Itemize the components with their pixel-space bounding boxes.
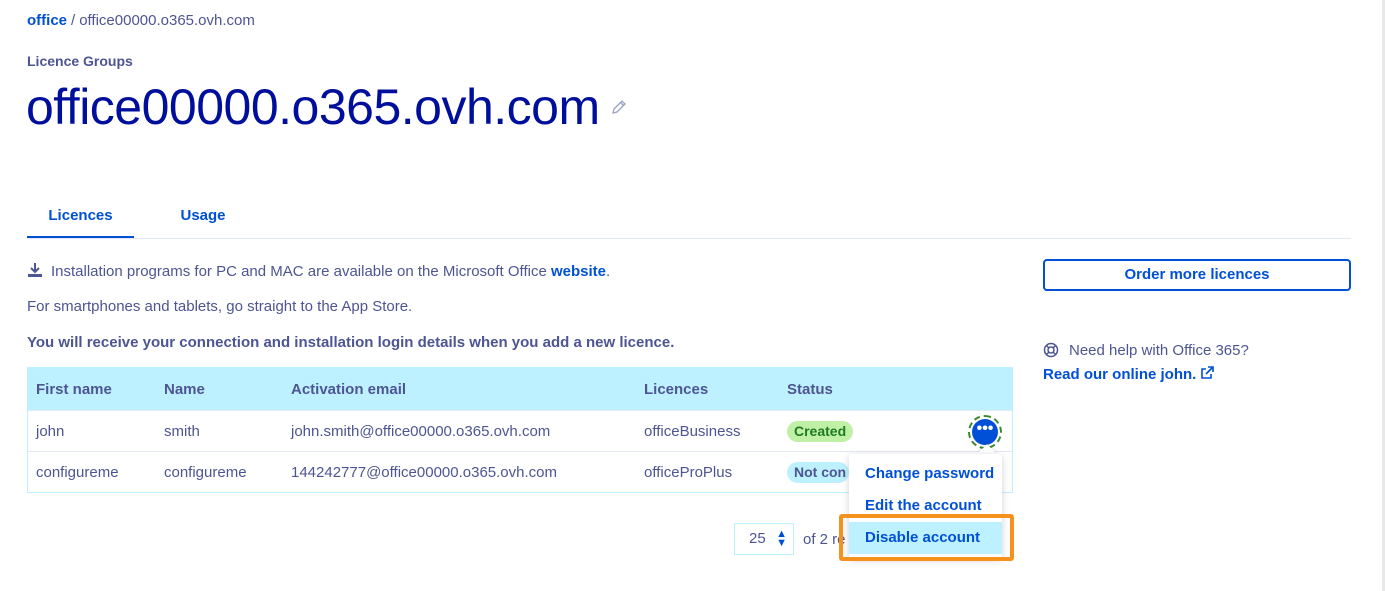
column-header-status: Status [787, 381, 833, 398]
column-header-licences: Licences [644, 381, 709, 398]
order-more-licences-button[interactable]: Order more licences [1043, 259, 1351, 291]
cell-email: john.smith@office00000.o365.ovh.com [291, 423, 551, 440]
breadcrumb-separator: / [71, 12, 76, 29]
pencil-icon[interactable] [610, 98, 628, 116]
installation-info-text: Installation programs for PC and MAC are… [51, 263, 551, 280]
page-eyebrow: Licence Groups [27, 53, 133, 69]
cell-licence: officeProPlus [644, 464, 733, 481]
breadcrumb-root-link[interactable]: office [27, 12, 67, 29]
breadcrumb: office / office00000.o365.ovh.com [27, 12, 255, 29]
installation-info: Installation programs for PC and MAC are… [27, 262, 610, 280]
status-badge: Created [787, 421, 854, 442]
page-size-select[interactable]: 25 ▲ ▼ [734, 523, 794, 555]
online-guide-label: Read our online john. [1043, 366, 1197, 383]
tab-licences[interactable]: Licences [27, 200, 134, 238]
cell-email: 144242777@office00000.o365.ovh.com [291, 464, 557, 481]
online-guide-link[interactable]: Read our online john. [1043, 366, 1215, 383]
table-row: john smith john.smith@office00000.o365.o… [28, 410, 1012, 451]
highlight-box [839, 514, 1014, 561]
help-text: Need help with Office 365? [1043, 342, 1249, 359]
menu-item-change-password[interactable]: Change password [849, 458, 1002, 490]
column-header-first-name: First name [36, 381, 112, 398]
table-header: First name Name Activation email Licence… [28, 368, 1012, 410]
cell-name: configureme [164, 464, 247, 481]
column-header-activation-email: Activation email [291, 381, 407, 398]
smartphone-info: For smartphones and tablets, go straight… [27, 298, 413, 315]
page-size-value: 25 [749, 530, 766, 547]
row-actions-button[interactable]: ••• [968, 415, 1002, 449]
tab-usage[interactable]: Usage [157, 200, 249, 238]
page-title: office00000.o365.ovh.com [26, 79, 600, 135]
website-link[interactable]: website [551, 263, 606, 280]
more-icon: ••• [972, 419, 998, 445]
installation-info-end: . [605, 263, 611, 280]
cell-licence: officeBusiness [644, 423, 741, 440]
help-label: Need help with Office 365? [1069, 342, 1249, 359]
cell-first-name: john [36, 423, 65, 440]
login-details-info: You will receive your connection and ins… [27, 334, 675, 351]
cell-first-name: configureme [36, 464, 119, 481]
cell-name: smith [164, 423, 200, 440]
lifebuoy-icon [1043, 342, 1059, 358]
external-link-icon [1201, 366, 1215, 379]
download-icon [28, 263, 42, 277]
column-header-name: Name [164, 381, 205, 398]
tab-bar: Licences Usage [27, 200, 1351, 239]
breadcrumb-current: office00000.o365.ovh.com [79, 12, 255, 29]
status-badge: Not con [787, 462, 849, 483]
select-arrows-icon: ▲ ▼ [776, 528, 787, 549]
